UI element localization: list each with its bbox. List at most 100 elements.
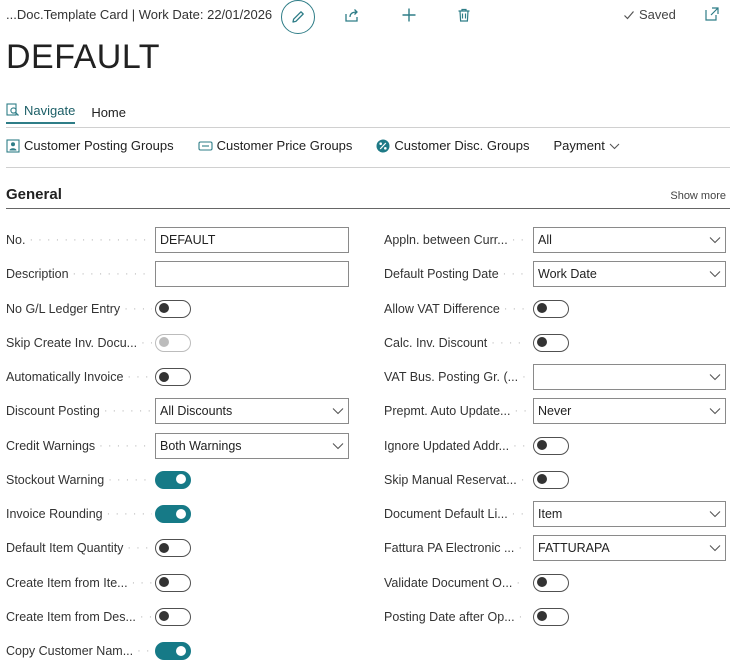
new-button[interactable] [399,5,419,25]
select-value: Item [538,507,563,521]
posting-date-after-op-toggle[interactable] [533,607,569,626]
field-label-text: Appln. between Curr... [384,233,508,247]
popout-icon [705,7,719,21]
prepmt-auto-update-select[interactable]: Never [533,398,726,425]
field-create-item-from-ite: Create Item from Ite...· · · · · · · · ·… [6,570,191,596]
calc-inv-discount-toggle[interactable] [533,333,569,352]
customer-price-groups-action[interactable]: Customer Price Groups [198,138,353,153]
default-item-quantity-toggle[interactable] [155,539,191,558]
leader-dots: · · · · · · · · · · · · · · · · · · · · … [127,371,152,383]
page-title: DEFAULT [6,38,161,76]
field-prepmt-auto-update: Prepmt. Auto Update...· · · · · · · · · … [384,398,726,425]
tab-navigate[interactable]: Navigate [6,100,76,124]
create-item-from-ite-toggle[interactable] [155,573,191,592]
no-input[interactable]: DEFAULT [155,227,349,253]
field-label: Automatically Invoice· · · · · · · · · ·… [6,370,152,384]
discount-posting-select[interactable]: All Discounts [155,398,349,425]
ignore-updated-addr-toggle[interactable] [533,436,569,455]
field-label-text: Stockout Warning [6,472,105,487]
pencil-icon [292,11,304,23]
tab-home[interactable]: Home [91,100,126,124]
leader-dots: · · · · · · · · · · · · · · · · · · · · … [511,508,526,520]
toggle-knob [159,577,169,587]
field-label-text: Invoice Rounding [6,507,103,521]
field-label: Description· · · · · · · · · · · · · · ·… [6,267,152,281]
tab-home-label: Home [91,104,126,120]
field-document-default-li: Document Default Li...· · · · · · · · · … [384,501,726,527]
trash-icon [458,8,470,22]
field-label: No G/L Ledger Entry· · · · · · · · · · ·… [6,302,152,316]
field-label: Create Item from Ite...· · · · · · · · ·… [6,576,152,590]
field-label-text: Automatically Invoice [6,370,124,384]
field-no: No.· · · · · · · · · · · · · · · · · · ·… [6,227,349,253]
vat-bus-posting-gr-select[interactable] [533,364,726,390]
skip-manual-reservat-toggle[interactable] [533,470,569,489]
appln-between-curr-select[interactable]: All [533,227,726,253]
stockout-warning-toggle[interactable] [155,470,191,489]
field-label-text: Calc. Inv. Discount [384,335,488,350]
leader-dots: · · · · · · · · · · · · · · · · · · · · … [108,473,152,486]
field-create-item-from-des: Create Item from Des...· · · · · · · · ·… [6,604,191,630]
validate-document-o-toggle[interactable] [533,573,569,592]
field-allow-vat-difference: Allow VAT Difference· · · · · · · · · · … [384,296,569,322]
select-value: Work Date [538,267,597,282]
leader-dots: · · · · · · · · · · · · · · · · · · · · … [491,336,526,349]
field-label-text: Discount Posting [6,404,100,419]
create-item-from-des-toggle[interactable] [155,607,191,626]
leader-dots: · · · · · · · · · · · · · · · · · · · · … [520,473,526,486]
fattura-pa-electronic-select[interactable]: FATTURAPA [533,535,726,562]
field-label: VAT Bus. Posting Gr. (...· · · · · · · ·… [384,370,526,384]
open-new-window-button[interactable] [704,6,720,27]
tabs-divider [6,127,730,128]
field-label: Fattura PA Electronic ...· · · · · · · ·… [384,541,526,555]
field-label: Calc. Inv. Discount· · · · · · · · · · ·… [384,336,526,350]
edit-button[interactable] [281,0,315,34]
delete-button[interactable] [454,5,474,25]
field-no-g-l-ledger-entry: No G/L Ledger Entry· · · · · · · · · · ·… [6,296,191,322]
customer-posting-groups-action[interactable]: Customer Posting Groups [6,138,174,153]
customer-disc-groups-action[interactable]: Customer Disc. Groups [376,138,530,153]
share-button[interactable] [342,5,362,25]
saved-status: Saved [623,7,676,22]
credit-warnings-select[interactable]: Both Warnings [155,432,349,459]
payment-menu[interactable]: Payment [554,138,620,153]
field-label: Skip Create Inv. Docu...· · · · · · · · … [6,336,152,350]
field-label: Discount Posting· · · · · · · · · · · · … [6,404,152,418]
plus-icon [402,8,416,22]
description-input[interactable] [155,261,349,288]
field-posting-date-after-op: Posting Date after Op...· · · · · · · · … [384,604,569,630]
field-label-text: Copy Customer Nam... [6,644,134,658]
customer-posting-groups-icon [6,138,20,153]
leader-dots: · · · · · · · · · · · · · · · · · · · · … [106,508,152,520]
toggle-knob [537,303,547,313]
leader-dots: · · · · · · · · · · · · · · · · · · · · … [518,610,526,623]
leader-dots: · · · · · · · · · · · · · · · · · · · · … [124,302,152,315]
toggle-knob [159,371,169,382]
section-title[interactable]: General [6,186,62,203]
chevron-down-icon [609,143,620,149]
leader-dots: · · · · · · · · · · · · · · · · · · · · … [518,542,526,555]
tab-navigate-label: Navigate [24,102,76,118]
allow-vat-difference-toggle[interactable] [533,299,569,318]
document-default-li-select[interactable]: Item [533,501,726,527]
field-invoice-rounding: Invoice Rounding· · · · · · · · · · · · … [6,501,191,527]
show-more-link[interactable]: Show more [670,190,726,202]
select-value: FATTURAPA [538,541,610,556]
leader-dots: · · · · · · · · · · · · · · · · · · · · … [127,542,152,555]
automatically-invoice-toggle[interactable] [155,368,191,386]
field-label: Stockout Warning· · · · · · · · · · · · … [6,473,152,487]
field-label: Default Item Quantity· · · · · · · · · ·… [6,541,152,555]
invoice-rounding-toggle[interactable] [155,505,191,523]
toggle-knob [537,611,547,622]
customer-price-groups-label: Customer Price Groups [216,138,353,153]
check-icon [624,10,634,19]
copy-customer-nam-toggle[interactable] [155,642,191,660]
action-tabs: Navigate Home [6,100,126,124]
no-g-l-ledger-entry-toggle[interactable] [155,299,191,318]
select-value: All Discounts [160,404,233,419]
chevron-down-icon [709,545,721,552]
toggle-knob [537,337,547,348]
actions-divider [6,167,730,168]
default-posting-date-select[interactable]: Work Date [533,261,726,288]
toggle-knob [176,474,186,485]
